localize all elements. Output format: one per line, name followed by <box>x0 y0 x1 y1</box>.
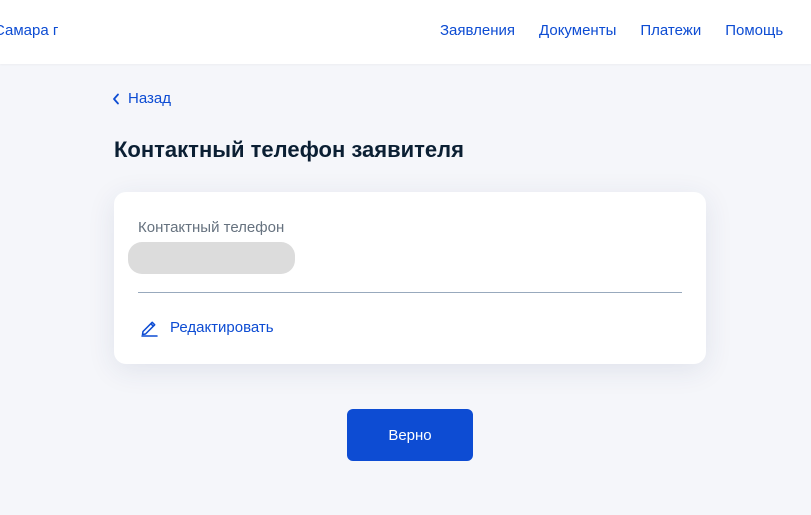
confirm-button[interactable]: Верно <box>347 409 473 461</box>
main-nav: Заявления Документы Платежи Помощь <box>440 22 783 39</box>
pencil-icon <box>140 318 159 337</box>
back-link-label: Назад <box>128 90 171 107</box>
phone-value-masked <box>128 242 295 274</box>
back-link[interactable]: Назад <box>112 90 171 107</box>
divider <box>138 292 682 293</box>
edit-link[interactable]: Редактировать <box>140 318 274 337</box>
chevron-left-icon <box>112 93 120 105</box>
location-selector[interactable]: Самара г <box>0 22 58 39</box>
page-title: Контактный телефон заявителя <box>114 137 464 162</box>
phone-field-label: Контактный телефон <box>138 219 285 236</box>
nav-item-payments[interactable]: Платежи <box>640 22 701 39</box>
nav-item-help[interactable]: Помощь <box>725 22 783 39</box>
top-header: Самара г Заявления Документы Платежи Пом… <box>0 0 811 64</box>
nav-item-documents[interactable]: Документы <box>539 22 616 39</box>
nav-item-applications[interactable]: Заявления <box>440 22 515 39</box>
edit-link-label: Редактировать <box>170 319 274 336</box>
phone-card: Контактный телефон Редактировать <box>114 192 706 364</box>
